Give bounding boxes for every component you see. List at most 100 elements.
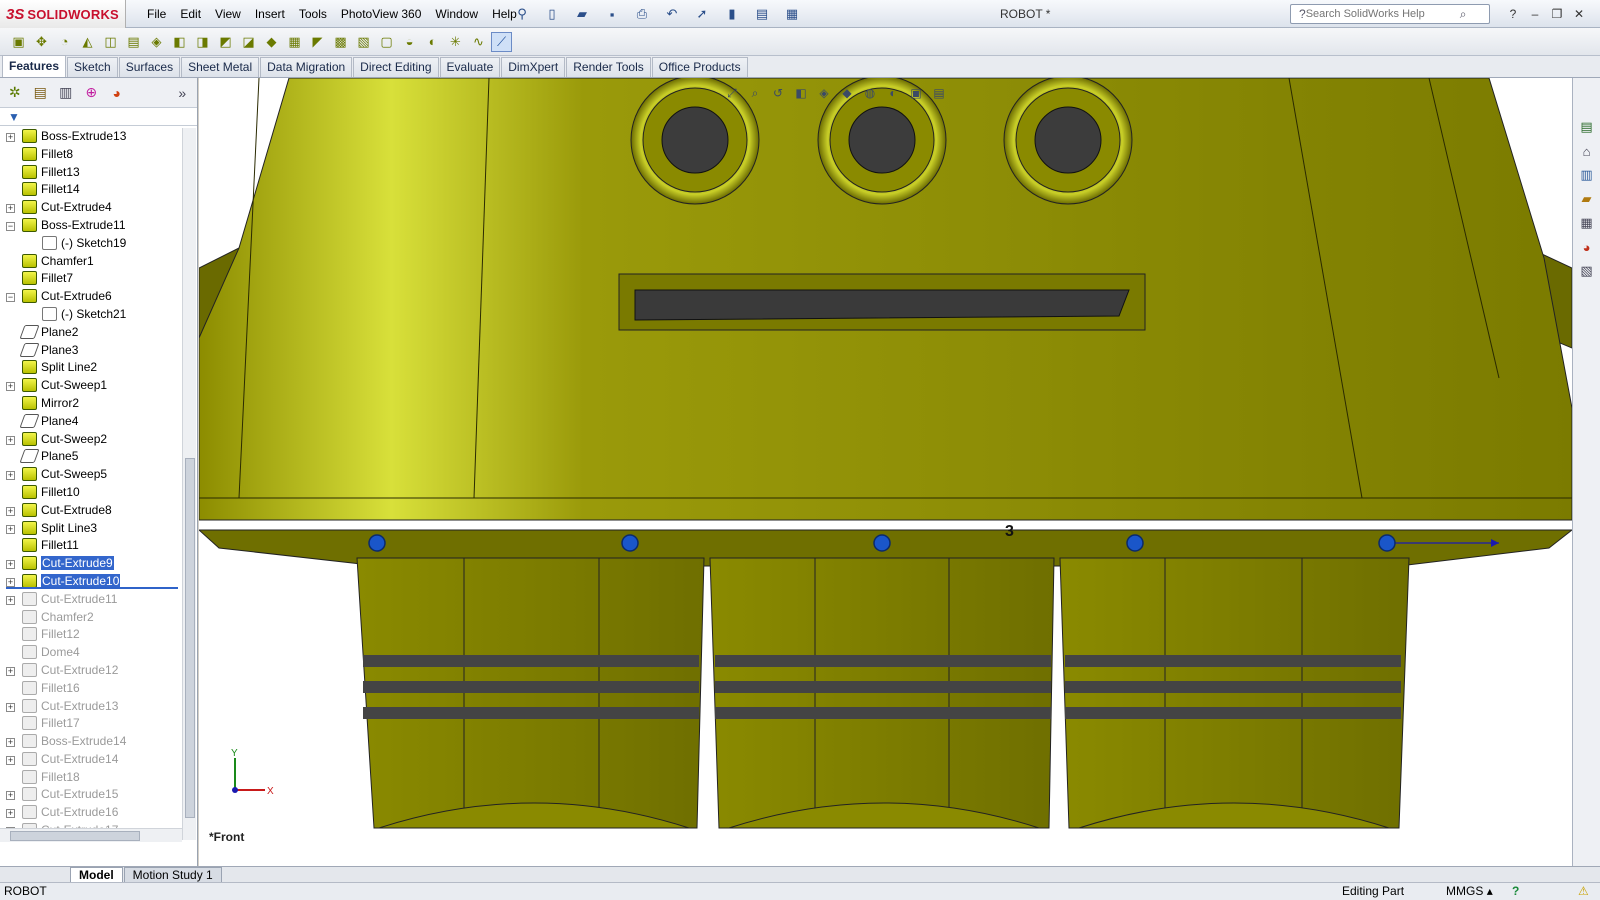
- expand-toggle-icon[interactable]: +: [6, 666, 15, 676]
- tree-item[interactable]: + Cut-Extrude12: [0, 662, 182, 680]
- file-explorer-icon[interactable]: ▰: [1575, 188, 1599, 210]
- solidworks-resources-icon[interactable]: ▤: [1575, 116, 1599, 138]
- lofted-cut-icon[interactable]: ◩: [215, 32, 236, 52]
- previous-view-icon[interactable]: ↺: [767, 83, 789, 103]
- tree-item[interactable]: Plane5: [0, 448, 182, 466]
- swept-cut-icon[interactable]: ◨: [192, 32, 213, 52]
- sketch-point[interactable]: [1126, 534, 1144, 552]
- rollback-bar[interactable]: [6, 587, 178, 589]
- tab-office-products[interactable]: Office Products: [651, 57, 748, 77]
- hole-wizard-icon[interactable]: ◈: [146, 32, 167, 52]
- open-folder-icon[interactable]: ▰: [570, 4, 594, 24]
- expand-toggle-icon[interactable]: +: [6, 524, 15, 534]
- restore-button[interactable]: ❐: [1548, 4, 1566, 24]
- dimxpert-manager-tab-icon[interactable]: ⊕: [81, 81, 103, 105]
- tree-item[interactable]: − Cut-Extrude6: [0, 288, 182, 306]
- tree-item[interactable]: Fillet7: [0, 270, 182, 288]
- rib-icon[interactable]: ◤: [307, 32, 328, 52]
- tree-item[interactable]: + Boss-Extrude13: [0, 128, 182, 146]
- options-icon[interactable]: ▦: [780, 4, 804, 24]
- minimize-button[interactable]: –: [1526, 4, 1544, 24]
- undo-icon[interactable]: ↶: [660, 4, 684, 24]
- tree-item[interactable]: + Cut-Sweep5: [0, 466, 182, 484]
- tree-item[interactable]: Mirror2: [0, 395, 182, 413]
- tab-features[interactable]: Features: [2, 55, 67, 77]
- revolved-cut-icon[interactable]: ◧: [169, 32, 190, 52]
- expand-toggle-icon[interactable]: +: [6, 738, 15, 748]
- graphics-area[interactable]: Y X ⤢ ⌕ ↺ ◧ ◈ ◆ ◍ ◐ ▣ ▤ 3 *Front: [199, 78, 1572, 866]
- expand-toggle-icon[interactable]: +: [6, 560, 15, 570]
- tree-item[interactable]: Chamfer1: [0, 253, 182, 271]
- tree-item[interactable]: − Boss-Extrude11: [0, 217, 182, 235]
- fillet-icon[interactable]: ◆: [261, 32, 282, 52]
- tab-data-migration[interactable]: Data Migration: [260, 57, 353, 77]
- expand-toggle-icon[interactable]: +: [6, 204, 15, 214]
- search-input[interactable]: [1305, 8, 1456, 20]
- tree-item[interactable]: + Boss-Extrude14: [0, 733, 182, 751]
- feature-filter[interactable]: ▼: [0, 108, 197, 126]
- tree-item[interactable]: Fillet12: [0, 626, 182, 644]
- tab-direct-editing[interactable]: Direct Editing: [353, 57, 439, 77]
- tree-item[interactable]: + Cut-Extrude8: [0, 502, 182, 520]
- curves-icon[interactable]: ∿: [468, 32, 489, 52]
- menu-tools[interactable]: Tools: [292, 0, 334, 28]
- shell-icon[interactable]: ▢: [376, 32, 397, 52]
- tree-item[interactable]: + Cut-Extrude16: [0, 804, 182, 822]
- tree-item[interactable]: Dome4: [0, 644, 182, 662]
- tree-item[interactable]: + Cut-Sweep1: [0, 377, 182, 395]
- display-style-icon[interactable]: ◆: [836, 83, 858, 103]
- search-help-box[interactable]: ? ⌕: [1290, 4, 1490, 24]
- boundary-cut-icon[interactable]: ◪: [238, 32, 259, 52]
- tree-item[interactable]: Fillet13: [0, 164, 182, 182]
- sketch-point[interactable]: [621, 534, 639, 552]
- quick-tips-help-icon[interactable]: ?: [1512, 883, 1519, 900]
- menu-edit[interactable]: Edit: [173, 0, 208, 28]
- print-icon[interactable]: ⎙: [630, 4, 654, 24]
- tree-item[interactable]: + Cut-Extrude11: [0, 591, 182, 609]
- reference-geometry-icon[interactable]: ✳: [445, 32, 466, 52]
- section-view-icon[interactable]: ◧: [790, 83, 812, 103]
- zoom-to-area-icon[interactable]: ⌕: [744, 83, 766, 103]
- feature-manager-tab-icon[interactable]: ✲: [4, 81, 26, 105]
- tree-vertical-scrollbar[interactable]: [182, 128, 196, 840]
- collapse-toggle-icon[interactable]: −: [6, 221, 15, 231]
- dome-icon[interactable]: ◒: [399, 32, 420, 52]
- tree-item[interactable]: Fillet8: [0, 146, 182, 164]
- tree-item[interactable]: Plane4: [0, 413, 182, 431]
- apply-scene-icon[interactable]: ▣: [905, 83, 927, 103]
- tree-item[interactable]: Plane3: [0, 342, 182, 360]
- wrap-icon[interactable]: ▩: [330, 32, 351, 52]
- tree-item[interactable]: + Cut-Extrude9: [0, 555, 182, 573]
- tree-item[interactable]: (-) Sketch19: [0, 235, 182, 253]
- draft-icon[interactable]: ▧: [353, 32, 374, 52]
- menu-view[interactable]: View: [208, 0, 248, 28]
- tab-evaluate[interactable]: Evaluate: [439, 57, 501, 77]
- tree-item[interactable]: + Cut-Extrude15: [0, 786, 182, 804]
- rebuild-warning-icon[interactable]: ⚠: [1578, 883, 1589, 900]
- select-cursor-icon[interactable]: ➚: [690, 4, 714, 24]
- view-palette-icon[interactable]: ▦: [1575, 212, 1599, 234]
- design-library-icon[interactable]: ▥: [1575, 164, 1599, 186]
- display-manager-tab-icon[interactable]: ◕: [106, 81, 128, 105]
- instant3d-icon[interactable]: ⟋: [491, 31, 512, 52]
- loft-icon[interactable]: ◭: [77, 32, 98, 52]
- expand-toggle-icon[interactable]: +: [6, 506, 15, 516]
- tree-item[interactable]: Fillet14: [0, 181, 182, 199]
- expand-toggle-icon[interactable]: +: [6, 595, 15, 605]
- menu-file[interactable]: File: [140, 0, 173, 28]
- tree-item[interactable]: + Cut-Extrude14: [0, 751, 182, 769]
- tree-item[interactable]: Fillet18: [0, 769, 182, 787]
- tree-item[interactable]: Plane2: [0, 324, 182, 342]
- expand-toggle-icon[interactable]: +: [6, 382, 15, 392]
- appearances-icon[interactable]: ◕: [1575, 236, 1599, 258]
- sweep-icon[interactable]: ◔: [54, 32, 75, 52]
- tree-item[interactable]: Fillet16: [0, 680, 182, 698]
- close-button[interactable]: ✕: [1570, 4, 1588, 24]
- tree-item[interactable]: Split Line2: [0, 359, 182, 377]
- tree-item[interactable]: Chamfer2: [0, 609, 182, 627]
- search-icon[interactable]: ⌕: [1460, 7, 1467, 22]
- revolve-icon[interactable]: ✥: [31, 32, 52, 52]
- home-icon[interactable]: ⌂: [1575, 140, 1599, 162]
- tab-motion-study-1[interactable]: Motion Study 1: [123, 867, 222, 882]
- boundary-boss-icon[interactable]: ◫: [100, 32, 121, 52]
